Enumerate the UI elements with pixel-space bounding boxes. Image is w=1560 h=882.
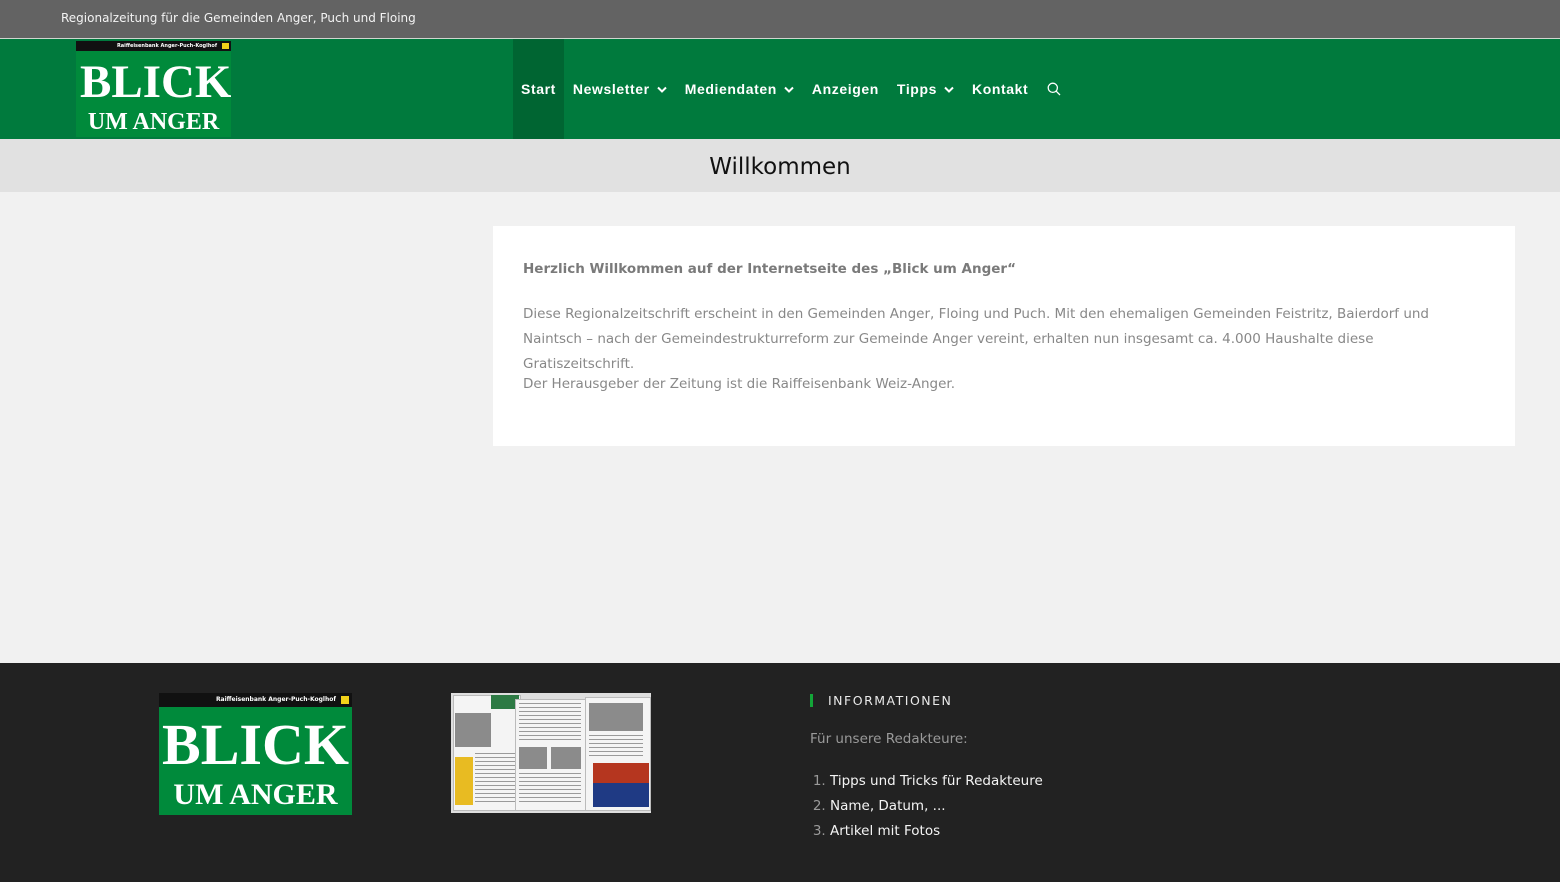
logo-line-1: BLICK — [162, 712, 349, 777]
paragraph-regional: Diese Regionalzeitschrift erscheint in d… — [523, 306, 1429, 372]
newspaper-preview-image — [451, 693, 651, 813]
list-item: Name, Datum, ... — [830, 794, 1210, 819]
raiffeisen-icon — [221, 42, 230, 50]
link-artikel-fotos[interactable]: Artikel mit Fotos — [830, 823, 940, 839]
search-icon — [1047, 82, 1061, 96]
logo-line-2: UM ANGER — [87, 109, 220, 135]
nav-item-newsletter[interactable]: Newsletter — [564, 39, 676, 139]
main-nav: Start Newsletter Mediendaten Anzeigen Ti… — [513, 39, 1071, 139]
logo-line-1: BLICK — [80, 56, 231, 108]
search-button[interactable] — [1037, 39, 1071, 139]
nav-label: Tipps — [896, 81, 937, 97]
chevron-down-icon — [944, 86, 954, 93]
link-name-datum[interactable]: Name, Datum, ... — [830, 798, 946, 814]
chevron-down-icon — [784, 86, 794, 93]
site-header: Raiffeisenbank Anger-Puch-Koglhof BLICK … — [0, 39, 1560, 139]
link-tipps-tricks[interactable]: Tipps und Tricks für Redakteure — [830, 773, 1043, 789]
page-title: Willkommen — [709, 154, 851, 180]
nav-label: Newsletter — [572, 81, 650, 97]
logo-bank-name: Raiffeisenbank Anger-Puch-Koglhof — [159, 693, 352, 707]
raiffeisen-icon — [340, 695, 350, 705]
site-logo[interactable]: Raiffeisenbank Anger-Puch-Koglhof BLICK … — [76, 41, 231, 137]
logo-line-2: UM ANGER — [173, 778, 338, 811]
content-card: Herzlich Willkommen auf der Internetseit… — [493, 226, 1515, 446]
nav-item-start[interactable]: Start — [513, 39, 564, 139]
nav-item-kontakt[interactable]: Kontakt — [963, 39, 1037, 139]
nav-label: Anzeigen — [811, 81, 879, 97]
list-item: Tipps und Tricks für Redakteure — [830, 769, 1210, 794]
footer-info-title: INFORMATIONEN — [828, 692, 953, 708]
nav-item-mediendaten[interactable]: Mediendaten — [676, 39, 803, 139]
nav-item-anzeigen[interactable]: Anzeigen — [803, 39, 888, 139]
top-bar: Regionalzeitung für die Gemeinden Anger,… — [0, 0, 1560, 39]
footer-info-subtitle: Für unsere Redakteure: — [810, 731, 968, 747]
site-tagline: Regionalzeitung für die Gemeinden Anger,… — [61, 11, 416, 25]
list-item: Artikel mit Fotos — [830, 819, 1210, 844]
footer-info-heading: INFORMATIONEN — [810, 692, 1210, 708]
heading-accent-bar — [810, 693, 813, 707]
chevron-down-icon — [657, 86, 667, 93]
editor-links-list: Tipps und Tricks für Redakteure Name, Da… — [810, 769, 1210, 844]
paragraph-publisher: Der Herausgeber der Zeitung ist die Raif… — [523, 376, 955, 392]
footer-logo: Raiffeisenbank Anger-Puch-Koglhof BLICK … — [159, 693, 352, 815]
intro-heading: Herzlich Willkommen auf der Internetseit… — [523, 261, 1016, 277]
nav-item-tipps[interactable]: Tipps — [888, 39, 963, 139]
logo-bank-name: Raiffeisenbank Anger-Puch-Koglhof — [76, 41, 231, 51]
nav-label: Mediendaten — [684, 81, 777, 97]
nav-label: Start — [521, 81, 556, 97]
site-footer: Raiffeisenbank Anger-Puch-Koglhof BLICK … — [0, 663, 1560, 882]
page-title-bar: Willkommen — [0, 139, 1560, 192]
footer-info-widget: INFORMATIONEN Für unsere Redakteure: Tip… — [810, 693, 1210, 844]
nav-label: Kontakt — [972, 81, 1029, 97]
